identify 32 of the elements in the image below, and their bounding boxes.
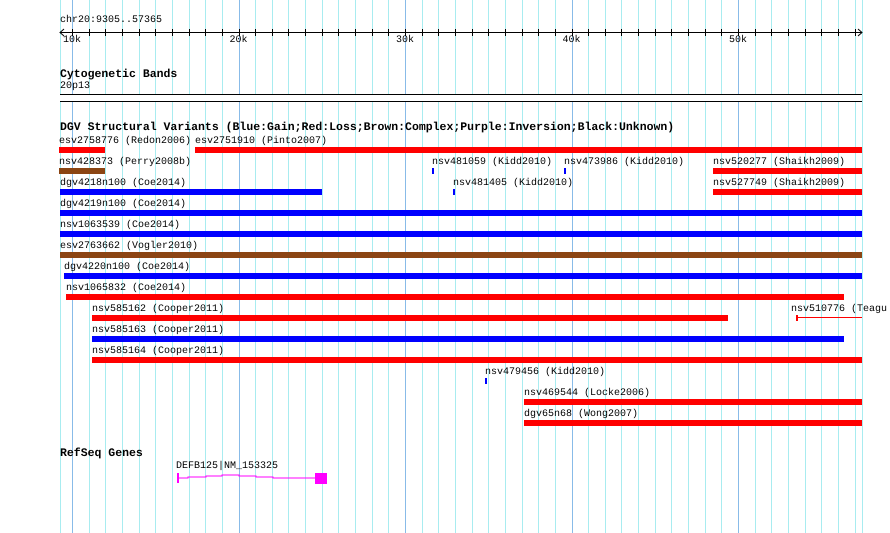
variant-label: dgv4219n100 (Coe2014) — [60, 199, 186, 210]
variant-label: nsv585163 (Cooper2011) — [92, 325, 224, 336]
variant-label: nsv1063539 (Coe2014) — [60, 220, 180, 231]
scale-label: 30k — [396, 35, 414, 47]
scale-label: 50k — [729, 35, 747, 47]
track-title: Cytogenetic Bands — [60, 68, 178, 81]
variant-label: esv2763662 (Vogler2010) — [60, 241, 198, 252]
variant-label: nsv473986 (Kidd2010) — [564, 157, 684, 168]
coordinate-label: chr20:9305..57365 — [60, 15, 162, 27]
scale-label: 10k — [63, 35, 81, 47]
variant-label: dgv4220n100 (Coe2014) — [64, 262, 190, 273]
variant-label: dgv65n68 (Wong2007) — [524, 409, 638, 420]
variant-label: nsv469544 (Locke2006) — [524, 388, 650, 399]
variant-label: nsv479456 (Kidd2010) — [485, 367, 606, 378]
scale-label: 40k — [562, 35, 580, 47]
scale-label: 20k — [230, 35, 248, 47]
variant-label: nsv527749 (Shaikh2009) — [713, 178, 846, 189]
variant-label: dgv4218n100 (Coe2014) — [60, 178, 186, 189]
track-title: DGV Structural Variants (Blue:Gain;Red:Loss;Brown:Complex;Purple:Inversion;Black:Unknown) — [60, 121, 674, 134]
variant-label: nsv481059 (Kidd2010) — [432, 157, 552, 168]
variant-label: nsv585164 (Cooper2011) — [92, 346, 224, 357]
variant-label: esv2758776 (Redon2006) — [59, 136, 192, 147]
gene-label: DEFB125|NM_153325 — [176, 461, 278, 473]
variant-label: nsv510776 (Teagu — [791, 304, 888, 315]
variant-label: nsv481405 (Kidd2010) — [453, 178, 574, 189]
variant-label: esv2751910 (Pinto2007) — [195, 136, 328, 147]
variant-label: nsv585162 (Cooper2011) — [92, 304, 224, 315]
variant-label: nsv1065832 (Coe2014) — [66, 283, 186, 294]
band-label: 20p13 — [60, 81, 90, 93]
track-title: RefSeq Genes — [60, 447, 143, 460]
variant-label: nsv520277 (Shaikh2009) — [713, 157, 846, 168]
variant-label: nsv428373 (Perry2008b) — [59, 157, 192, 168]
